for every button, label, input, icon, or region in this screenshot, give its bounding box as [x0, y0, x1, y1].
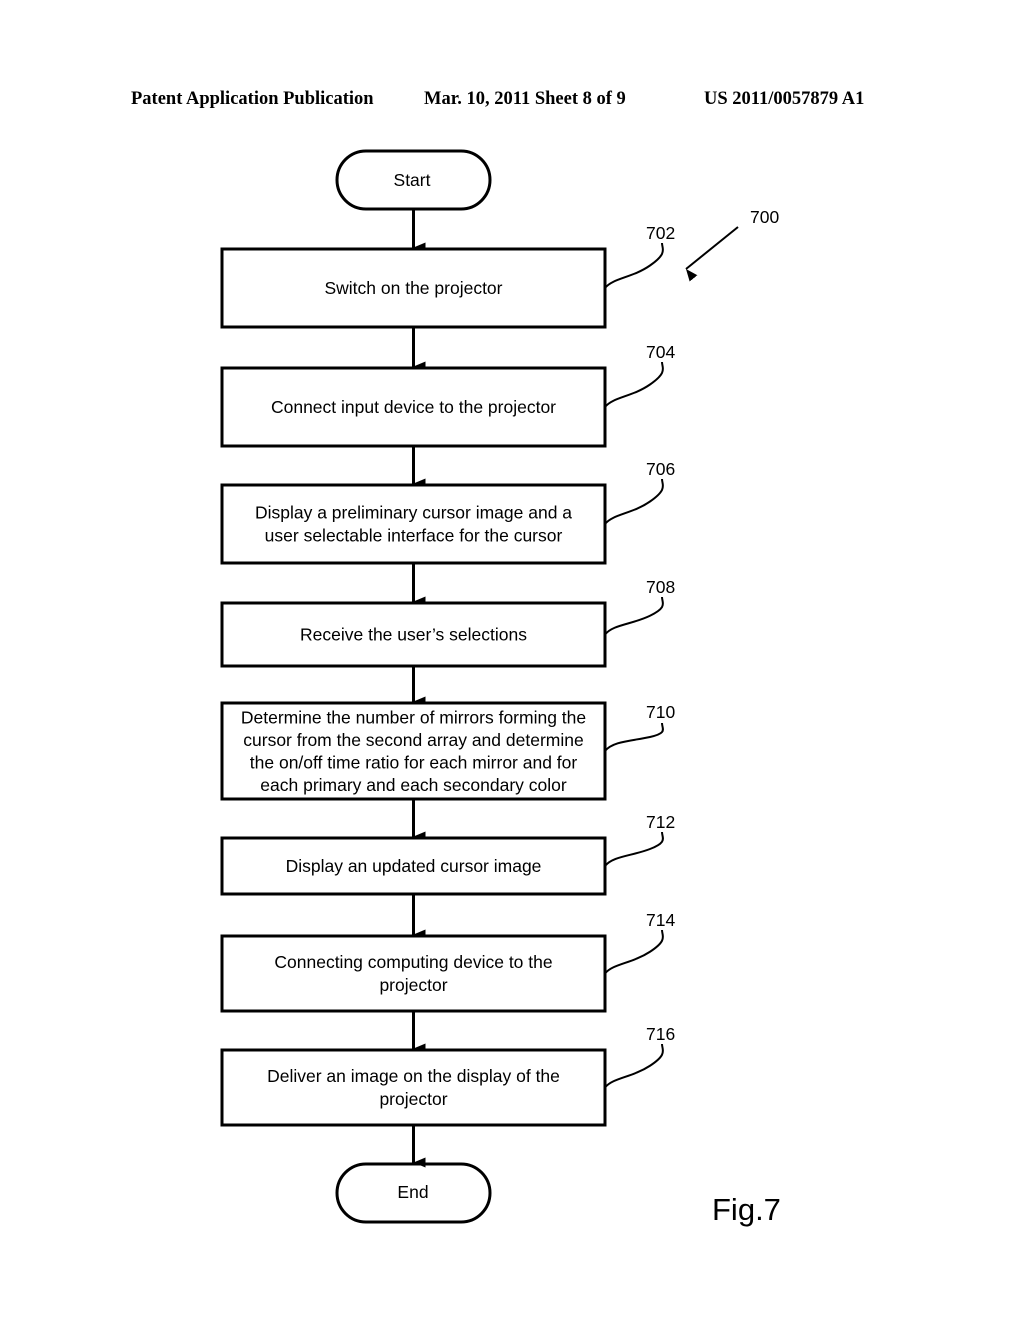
- process-step-706: Display a preliminary cursor image and a…: [220, 459, 675, 565]
- end-label: End: [397, 1182, 428, 1202]
- step-ref-leader: [604, 831, 664, 867]
- step-ref-label: 714: [646, 910, 675, 930]
- process-step-text: Receive the user’s selections: [300, 625, 527, 645]
- step-ref-leader: [604, 478, 664, 525]
- step-ref-leader: [604, 722, 664, 752]
- figure-label: Fig.7: [712, 1192, 781, 1227]
- step-ref-label: 716: [646, 1024, 675, 1044]
- process-step-712: Display an updated cursor image 712: [220, 812, 675, 896]
- process-step-716: Deliver an image on the display of the pr…: [220, 1024, 675, 1127]
- process-step-704: Connect input device to the projector 704: [220, 342, 675, 448]
- step-ref-leader: [604, 361, 664, 408]
- step-ref-label: 706: [646, 459, 675, 479]
- end-terminal: End: [335, 1162, 492, 1224]
- step-ref-label: 708: [646, 577, 675, 597]
- process-step-text: Display an updated cursor image: [286, 856, 542, 876]
- process-step-text: projector: [379, 1089, 447, 1109]
- start-terminal: Start: [335, 149, 492, 211]
- figure-ref-label: 700: [750, 207, 779, 227]
- step-ref-label: 710: [646, 702, 675, 722]
- process-step-text: Deliver an image on the display of the: [267, 1066, 560, 1086]
- step-ref-leader: [604, 596, 664, 636]
- process-step-text: Determine the number of mirrors forming …: [241, 707, 586, 727]
- process-box: [220, 1048, 607, 1127]
- process-step-714: Connecting computing device to the projec…: [220, 910, 675, 1013]
- process-step-text: Connect input device to the projector: [271, 397, 556, 417]
- flowchart: Start End 700 Fig.7 Switch on the projec…: [220, 149, 781, 1227]
- step-ref-leader: [604, 1043, 664, 1089]
- process-step-702: Switch on the projector 702: [220, 223, 675, 329]
- process-step-text: cursor from the second array and determi…: [243, 730, 583, 750]
- step-ref-leader: [604, 242, 664, 289]
- process-step-text: Connecting computing device to the: [274, 952, 552, 972]
- process-step-text: the on/off time ratio for each mirror an…: [250, 752, 578, 772]
- process-step-710: Determine the number of mirrors forming …: [220, 701, 675, 801]
- process-step-text: Switch on the projector: [324, 278, 502, 298]
- step-ref-leader: [604, 929, 664, 975]
- figure-ref-arrow: [685, 226, 739, 282]
- step-ref-label: 712: [646, 812, 675, 832]
- process-step-708: Receive the user’s selections 708: [220, 577, 675, 668]
- process-step-text: projector: [379, 975, 447, 995]
- process-box: [220, 483, 607, 565]
- step-ref-label: 702: [646, 223, 675, 243]
- process-step-text: each primary and each secondary color: [260, 775, 567, 795]
- process-box: [220, 934, 607, 1013]
- process-step-text: Display a preliminary cursor image and a: [255, 503, 572, 523]
- start-label: Start: [394, 170, 431, 190]
- process-step-text: user selectable interface for the cursor: [265, 526, 563, 546]
- step-ref-label: 704: [646, 342, 675, 362]
